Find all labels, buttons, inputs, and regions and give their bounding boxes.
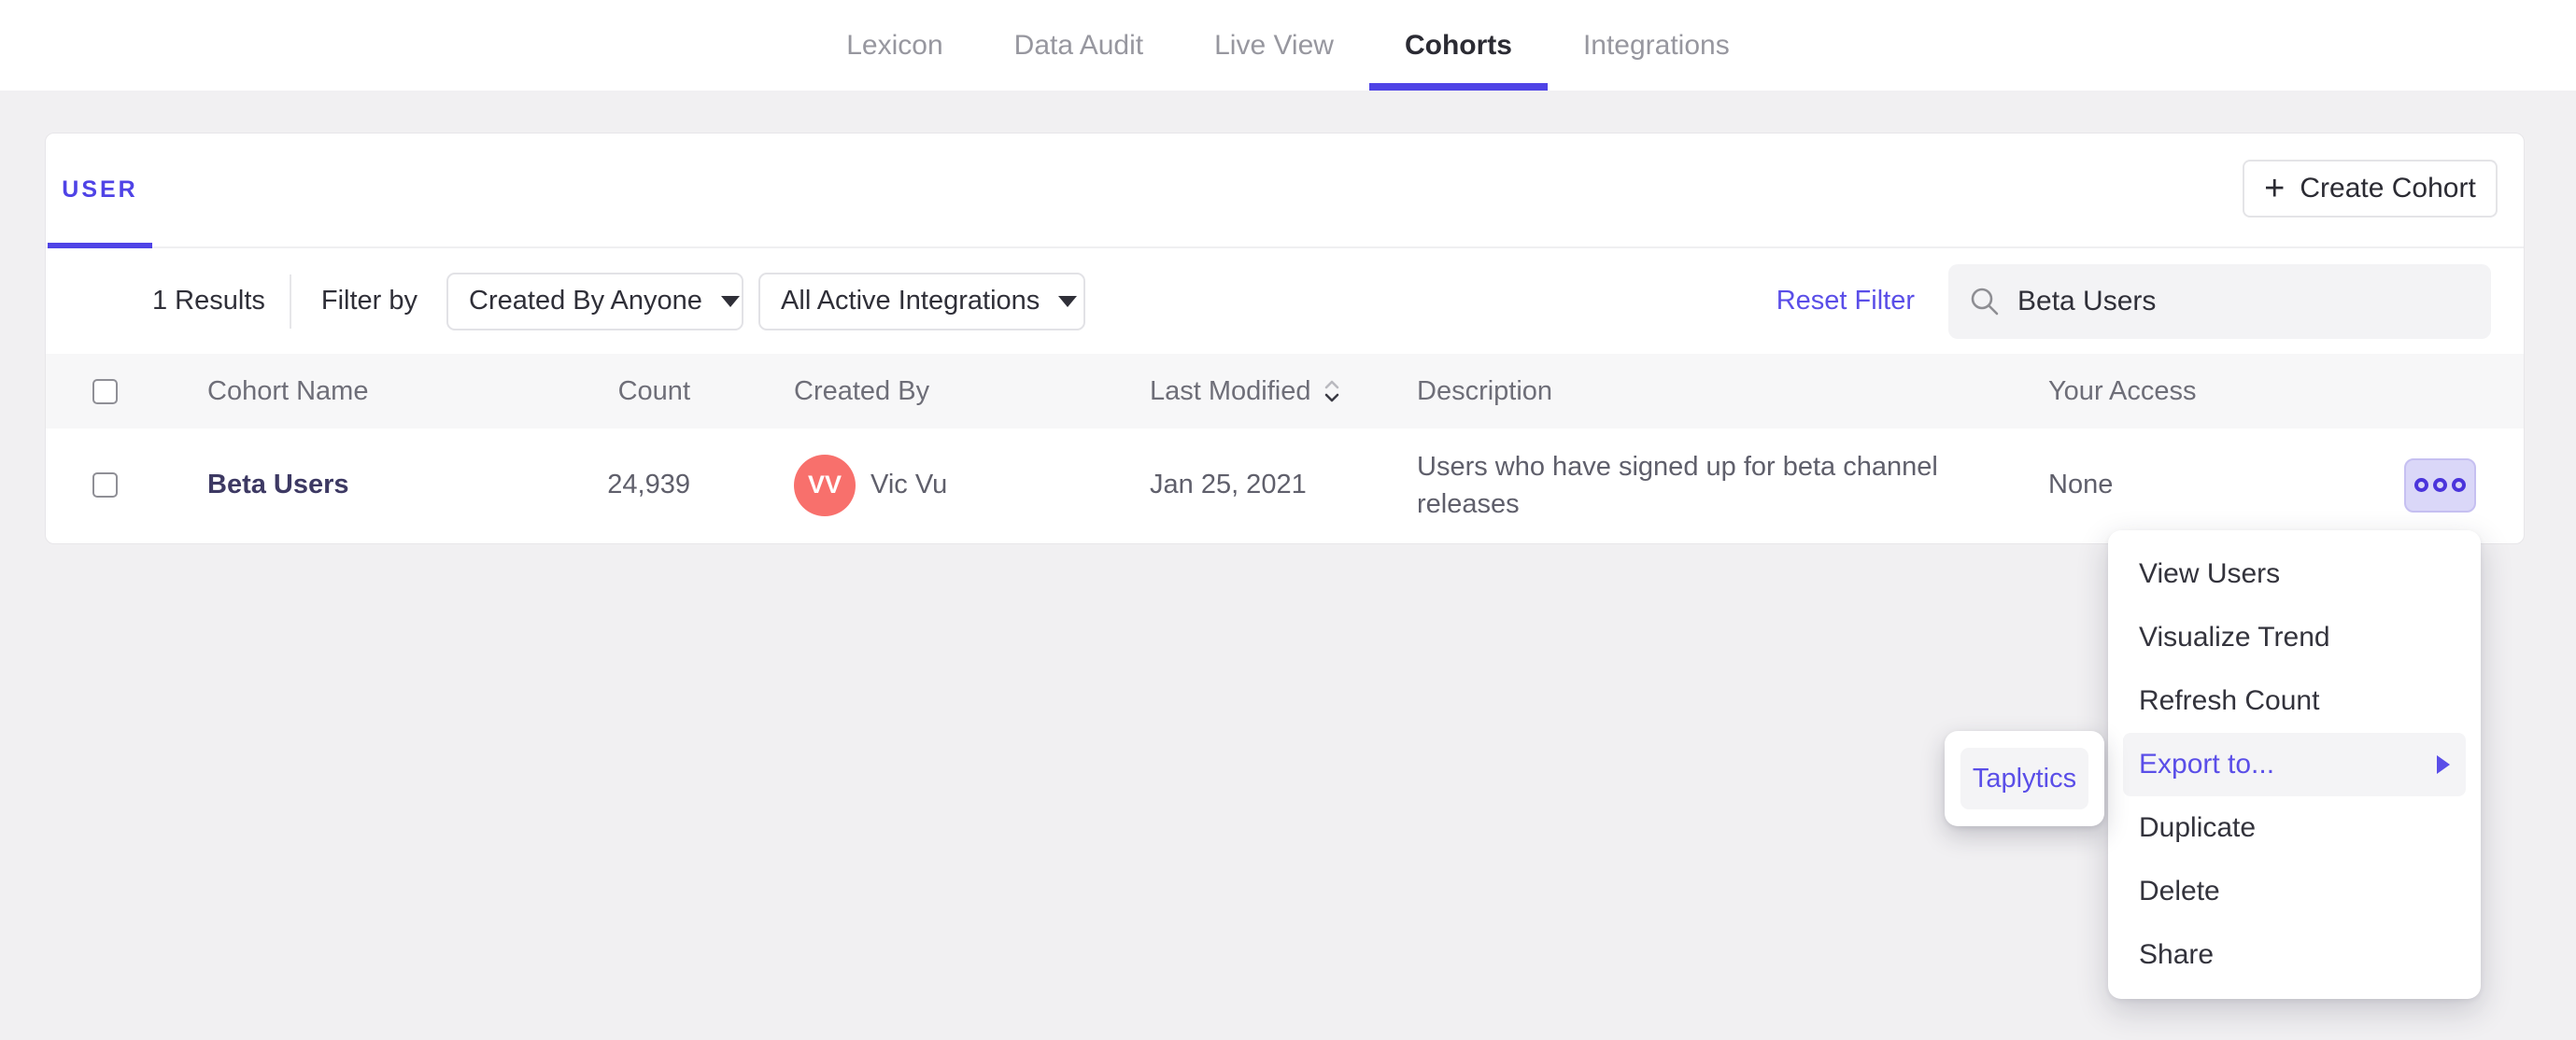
search-input[interactable]: Beta Users <box>1948 263 2491 339</box>
column-header-created-by[interactable]: Created By <box>794 376 1150 407</box>
vertical-divider <box>289 274 291 329</box>
column-header-last-modified-label: Last Modified <box>1150 375 1311 406</box>
create-cohort-label: Create Cohort <box>2300 173 2476 204</box>
tab-user[interactable]: USER <box>48 134 152 248</box>
nav-tab-cohorts[interactable]: Cohorts <box>1368 0 1548 91</box>
ellipsis-icon <box>2433 478 2447 492</box>
export-submenu: Taplytics <box>1945 731 2104 826</box>
menu-item-export-to-label: Export to... <box>2139 749 2275 780</box>
search-icon <box>1971 288 1999 315</box>
integrations-dropdown-value: All Active Integrations <box>781 286 1040 316</box>
select-all-checkbox[interactable] <box>92 378 118 404</box>
nav-tab-integrations[interactable]: Integrations <box>1548 0 1765 91</box>
menu-item-export-to[interactable]: Export to... <box>2123 733 2466 796</box>
avatar: VV <box>794 454 856 516</box>
last-modified-value: Jan 25, 2021 <box>1150 470 1307 499</box>
table-row: Beta Users 24,939 VV Vic Vu Jan 25, 2021… <box>46 429 2524 541</box>
menu-item-share[interactable]: Share <box>2123 923 2466 987</box>
filter-bar: 1 Results Filter by Created By Anyone Al… <box>46 248 2524 354</box>
top-nav: Lexicon Data Audit Live View Cohorts Int… <box>811 0 1764 91</box>
column-header-last-modified[interactable]: Last Modified <box>1150 376 1417 407</box>
more-actions-button[interactable] <box>2404 457 2476 513</box>
nav-tab-data-audit[interactable]: Data Audit <box>979 0 1179 91</box>
integrations-dropdown[interactable]: All Active Integrations <box>758 272 1086 330</box>
cohort-name-link[interactable]: Beta Users <box>207 470 349 500</box>
submenu-item-taplytics[interactable]: Taplytics <box>1960 748 2088 809</box>
created-by-dropdown[interactable]: Created By Anyone <box>446 272 744 330</box>
chevron-down-icon <box>720 295 740 307</box>
menu-item-view-users[interactable]: View Users <box>2123 542 2466 606</box>
cohort-description: Users who have signed up for beta channe… <box>1417 451 1938 519</box>
nav-tab-lexicon[interactable]: Lexicon <box>811 0 978 91</box>
plus-icon: + <box>2264 169 2286 208</box>
submenu-arrow-icon <box>2437 755 2450 774</box>
menu-item-delete[interactable]: Delete <box>2123 860 2466 923</box>
cohort-count: 24,939 <box>607 470 690 499</box>
menu-item-refresh-count[interactable]: Refresh Count <box>2123 669 2466 733</box>
reset-filter-link[interactable]: Reset Filter <box>1776 286 1915 316</box>
search-value: Beta Users <box>2017 285 2157 316</box>
column-header-your-access[interactable]: Your Access <box>2048 376 2366 407</box>
ellipsis-icon <box>2452 478 2466 492</box>
chevron-down-icon <box>1058 295 1078 307</box>
cohorts-panel: USER + Create Cohort 1 Results Filter by… <box>45 133 2525 544</box>
ellipsis-icon <box>2414 478 2428 492</box>
results-count: 1 Results <box>152 286 265 316</box>
menu-item-duplicate[interactable]: Duplicate <box>2123 796 2466 860</box>
context-menu: View Users Visualize Trend Refresh Count… <box>2108 530 2481 999</box>
created-by-dropdown-value: Created By Anyone <box>469 286 702 316</box>
row-checkbox[interactable] <box>92 472 118 498</box>
column-header-description[interactable]: Description <box>1417 376 2048 407</box>
top-bar: Lexicon Data Audit Live View Cohorts Int… <box>0 0 2576 91</box>
create-cohort-button[interactable]: + Create Cohort <box>2243 160 2498 218</box>
nav-tab-live-view[interactable]: Live View <box>1179 0 1369 91</box>
column-header-cohort-name[interactable]: Cohort Name <box>207 376 513 407</box>
table-header-row: Cohort Name Count Created By Last Modifi… <box>46 354 2524 429</box>
sort-chevrons-icon[interactable] <box>1323 377 1341 405</box>
access-value: None <box>2048 470 2114 499</box>
filter-by-label: Filter by <box>320 286 418 316</box>
panel-tab-strip: USER + Create Cohort <box>46 134 2524 248</box>
creator-name: Vic Vu <box>870 470 948 499</box>
column-header-count[interactable]: Count <box>513 376 690 407</box>
menu-item-visualize-trend[interactable]: Visualize Trend <box>2123 606 2466 669</box>
